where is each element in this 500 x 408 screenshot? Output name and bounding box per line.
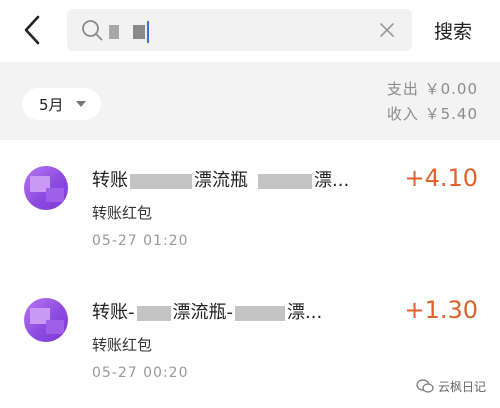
month-label: 5月 xyxy=(39,96,64,114)
transaction-amount: +1.30 xyxy=(404,296,478,324)
expense-total: 支出 ￥0.00 xyxy=(386,80,478,98)
redacted-mosaic xyxy=(136,305,171,321)
redacted-mosaic xyxy=(133,24,145,39)
transaction-time: 05-27 01:20 xyxy=(92,233,189,249)
search-input[interactable] xyxy=(67,9,412,51)
chat-bubble-icon xyxy=(416,379,434,393)
search-button[interactable]: 搜索 xyxy=(434,17,472,44)
avatar xyxy=(24,298,68,342)
redacted-mosaic xyxy=(130,173,192,189)
transaction-subtitle: 转账红包 xyxy=(92,204,153,222)
transaction-row[interactable]: 转账 漂流瓶 漂... 转账红包 05-27 01:20 +4.10 xyxy=(0,140,500,264)
redacted-mosaic xyxy=(109,24,119,39)
search-icon xyxy=(82,20,103,41)
transaction-subtitle: 转账红包 xyxy=(92,336,153,354)
close-icon[interactable] xyxy=(378,21,396,39)
search-query[interactable] xyxy=(109,18,149,43)
month-summary: 5月 支出 ￥0.00 收入 ￥5.40 xyxy=(0,62,500,140)
watermark: 云枫日记 xyxy=(416,378,486,395)
back-button[interactable] xyxy=(18,14,48,46)
transaction-amount: +4.10 xyxy=(404,164,478,192)
redacted-mosaic xyxy=(258,173,312,189)
chevron-left-icon xyxy=(24,15,40,45)
transaction-time: 05-27 00:20 xyxy=(92,365,189,381)
totals: 支出 ￥0.00 收入 ￥5.40 xyxy=(387,77,478,127)
caret-down-icon xyxy=(76,101,86,107)
month-selector[interactable]: 5月 xyxy=(22,88,101,120)
redacted-mosaic xyxy=(235,305,285,321)
watermark-text: 云枫日记 xyxy=(437,380,486,394)
search-header: 搜索 xyxy=(0,0,500,62)
transaction-title: 转账- 漂流瓶- 漂... xyxy=(92,302,323,323)
income-total: 收入 ￥5.40 xyxy=(386,105,478,123)
avatar xyxy=(24,166,68,210)
transaction-title: 转账 漂流瓶 漂... xyxy=(92,170,350,191)
text-cursor xyxy=(147,20,149,43)
